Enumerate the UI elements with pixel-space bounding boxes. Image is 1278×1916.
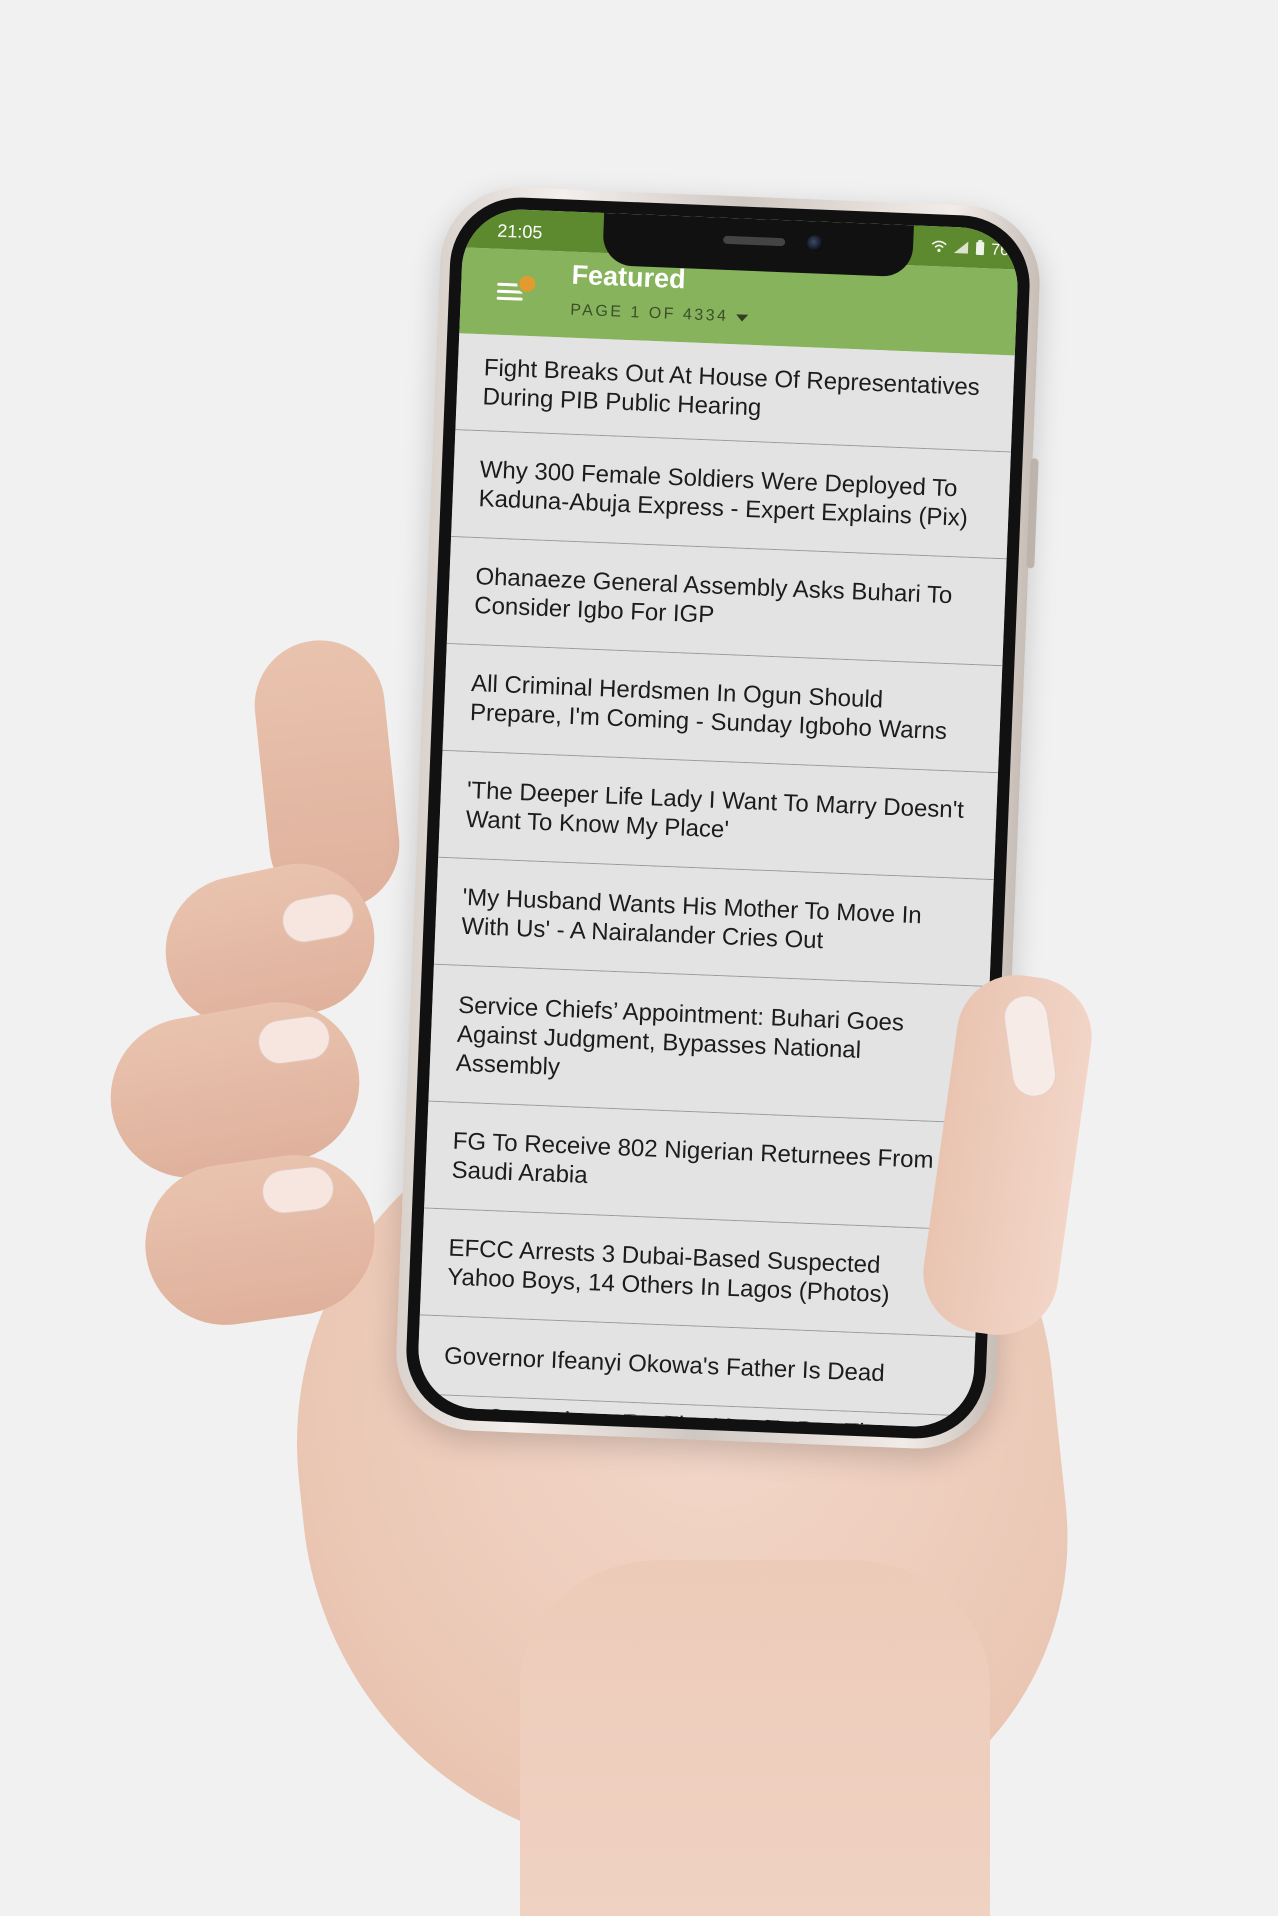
- hand-wrist: [520, 1560, 990, 1916]
- article-title: All Criminal Herdsmen In Ogun Should Pre…: [469, 669, 948, 746]
- article-title: Fight Breaks Out At House Of Representat…: [482, 354, 981, 422]
- article-title: EFCC Arrests 3 Dubai-Based Suspected Yah…: [446, 1234, 891, 1309]
- article-title: Governor Ifeanyi Okowa's Father Is Dead: [443, 1341, 886, 1387]
- signal-icon: [953, 240, 970, 258]
- hand-finger: [98, 989, 372, 1191]
- article-title: Service Chiefs’ Appointment: Buhari Goes…: [455, 991, 905, 1081]
- speaker-grille: [723, 235, 786, 247]
- product-mockup: 21:05 76 Featured PAGE 1 OF 4334 Fight B…: [0, 0, 1278, 1916]
- article-title: 'My Husband Wants His Mother To Move In …: [460, 883, 923, 955]
- article-title: Ohanaeze General Assembly Asks Buhari To…: [473, 563, 953, 629]
- page-selector-label: PAGE 1 OF 4334: [569, 301, 729, 326]
- list-item[interactable]: Service Chiefs’ Appointment: Buhari Goes…: [428, 964, 990, 1124]
- page-selector-dropdown[interactable]: PAGE 1 OF 4334: [570, 302, 749, 327]
- article-title: Why 300 Female Soldiers Were Deployed To…: [478, 456, 969, 532]
- status-icons: 76: [931, 238, 1009, 260]
- status-time: 21:05: [496, 220, 543, 243]
- wifi-icon: [931, 239, 948, 257]
- battery-icon: [975, 239, 986, 259]
- front-camera: [806, 235, 824, 252]
- hamburger-menu-icon[interactable]: [492, 271, 538, 313]
- caret-down-icon: [736, 313, 749, 322]
- article-title: 'The Deeper Life Lady I Want To Marry Do…: [465, 776, 965, 844]
- article-title: FG To Receive 802 Nigerian Returnees Fro…: [451, 1127, 935, 1190]
- notification-dot-icon: [516, 273, 538, 295]
- battery-level: 76: [990, 241, 1010, 259]
